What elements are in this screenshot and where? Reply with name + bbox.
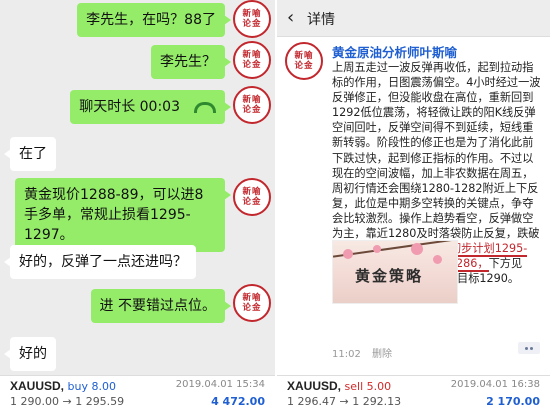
message-bubble[interactable]: 李先生？ — [151, 45, 231, 79]
trade-record: XAUUSD, sell 5.00 2019.04.01 16:38 1 296… — [277, 375, 550, 412]
message-bubble[interactable]: 李先生，在吗？88了 — [77, 3, 231, 37]
message-bubble[interactable]: 进 不要错过点位。 — [90, 289, 232, 323]
avatar[interactable]: 新喻 论金 — [233, 41, 271, 79]
post-time: 11:02 — [332, 349, 361, 360]
trade-side: buy 8.00 — [67, 380, 116, 393]
message-bubble[interactable]: 在了 — [4, 137, 56, 171]
trade-profit: 4 472.00 — [211, 395, 265, 408]
trade-profit: 2 170.00 — [486, 395, 540, 408]
post-meta: 11:02 删除 — [332, 345, 392, 360]
phone-icon — [194, 101, 216, 113]
page-title: 详情 — [307, 12, 335, 28]
message-bubble[interactable]: 黄金现价1288-89，可以进8手多单，常规止损看1295-1297。 — [15, 178, 231, 252]
avatar[interactable]: 新喻 论金 — [233, 178, 271, 216]
delete-link[interactable]: 删除 — [372, 349, 392, 360]
poster-caption: 黄金策略 — [355, 267, 424, 285]
strategy-poster-image[interactable]: 黄金策略 — [332, 240, 458, 304]
trade-date: 2019.04.01 16:38 — [450, 379, 540, 390]
back-icon[interactable]: ‹ — [287, 7, 294, 28]
author-avatar[interactable]: 新喻 论金 — [285, 42, 323, 80]
blossom-graphic — [411, 243, 423, 255]
post-detail-panel: ‹ 详情 新喻 论金 黄金原油分析师叶斯喻 上周五走过一波反弹再收低，起到拉动指标… — [277, 0, 550, 412]
trade-date: 2019.04.01 15:34 — [175, 379, 265, 390]
message-bubble[interactable]: 好的 — [4, 337, 56, 371]
more-actions-icon[interactable] — [518, 342, 540, 354]
trade-record: XAUUSD, buy 8.00 2019.04.01 15:34 1 290.… — [0, 375, 275, 412]
trade-symbol: XAUUSD, — [10, 379, 65, 393]
message-bubble[interactable]: 好的，反弹了一点还进吗？ — [4, 245, 196, 279]
header-bar: ‹ 详情 — [277, 0, 550, 37]
avatar[interactable]: 新喻 论金 — [233, 284, 271, 322]
trade-prices: 1 290.00 → 1 295.59 — [10, 395, 125, 408]
trade-side: sell 5.00 — [344, 380, 392, 393]
call-duration-bubble[interactable]: 聊天时长 00:03 — [70, 90, 231, 124]
avatar[interactable]: 新喻 论金 — [233, 0, 271, 38]
blossom-graphic — [373, 245, 381, 253]
blossom-graphic — [343, 249, 353, 259]
trade-prices: 1 296.47 → 1 292.13 — [287, 395, 402, 408]
author-name[interactable]: 黄金原油分析师叶斯喻 — [332, 42, 457, 61]
trade-symbol: XAUUSD, — [287, 379, 342, 393]
blossom-graphic — [433, 255, 442, 264]
avatar[interactable]: 新喻 论金 — [233, 86, 271, 124]
chat-panel: 李先生，在吗？88了 新喻 论金 李先生？ 新喻 论金 聊天时长 00:03 新喻论… — [0, 0, 275, 412]
